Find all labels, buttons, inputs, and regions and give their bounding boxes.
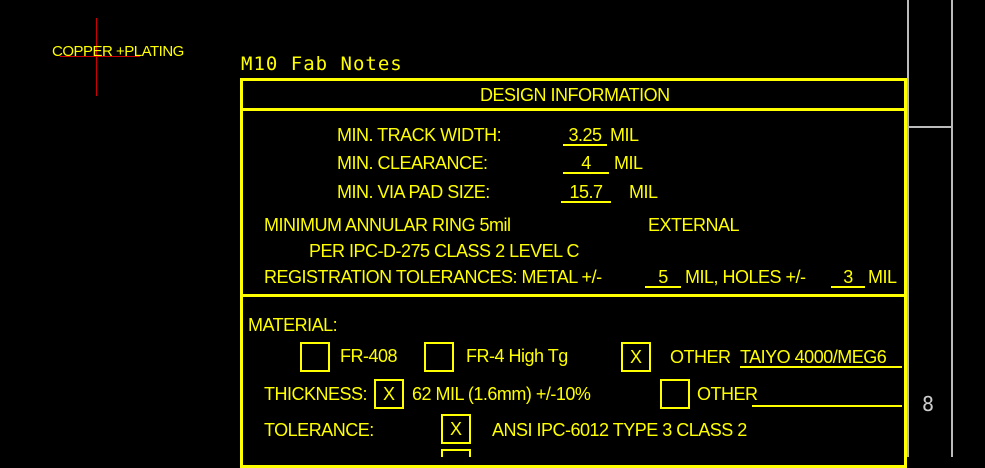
registration-unit: MIL — [868, 267, 897, 287]
grid-line-vertical-2 — [951, 0, 953, 457]
material-checkbox-fr408[interactable] — [300, 342, 330, 372]
annular-ring-note: MINIMUM ANNULAR RING 5mil — [264, 215, 511, 235]
tolerance-checkbox[interactable]: X — [441, 414, 471, 444]
min-track-unit: MIL — [610, 125, 639, 145]
min-via-unit: MIL — [629, 182, 658, 202]
layer-label: COPPER +PLATING — [52, 43, 184, 60]
thickness-other-label: OTHER — [697, 384, 758, 404]
thickness-other-blank — [752, 405, 902, 407]
grid-line-vertical-1 — [907, 0, 909, 457]
min-clearance-value: 4 — [563, 154, 609, 174]
material-checkbox-fr4-high-tg[interactable] — [424, 342, 454, 372]
design-info-header: DESIGN INFORMATION — [480, 85, 670, 105]
material-divider — [240, 294, 907, 297]
min-clearance-unit: MIL — [614, 153, 643, 173]
material-label-other: OTHER — [670, 347, 731, 367]
side-marker: 8 — [922, 392, 936, 416]
min-track-label: MIN. TRACK WIDTH: — [337, 125, 502, 145]
tolerance-value: ANSI IPC-6012 TYPE 3 CLASS 2 — [492, 420, 747, 440]
grid-line-horizontal — [909, 126, 951, 128]
registration-metal-value: 5 — [645, 268, 681, 288]
tolerance-label: TOLERANCE: — [264, 420, 374, 440]
thickness-checkbox-standard[interactable]: X — [374, 379, 404, 409]
registration-holes-label: MIL, HOLES +/- — [685, 267, 806, 287]
registration-holes-value: 3 — [831, 268, 865, 288]
material-label-fr408: FR-408 — [340, 346, 398, 366]
external-note: EXTERNAL — [648, 215, 740, 235]
min-via-label: MIN. VIA PAD SIZE: — [337, 182, 490, 202]
header-divider — [240, 108, 907, 111]
material-label: MATERIAL: — [248, 315, 338, 335]
next-row-checkbox-partial — [441, 449, 471, 457]
thickness-checkbox-other[interactable] — [660, 379, 690, 409]
thickness-label: THICKNESS: — [264, 384, 368, 404]
registration-label: REGISTRATION TOLERANCES: METAL +/- — [264, 267, 602, 287]
sheet-title: M10 Fab Notes — [241, 53, 403, 75]
min-track-value: 3.25 — [563, 126, 607, 146]
min-via-value: 15.7 — [561, 183, 611, 203]
thickness-value: 62 MIL (1.6mm) +/-10% — [412, 384, 591, 404]
material-other-value: TAIYO 4000/MEG6 — [740, 348, 902, 368]
material-checkbox-other[interactable]: X — [621, 342, 651, 372]
min-clearance-label: MIN. CLEARANCE: — [337, 153, 488, 173]
material-label-fr4-high-tg: FR-4 High Tg — [466, 346, 568, 366]
ipc-reference: PER IPC-D-275 CLASS 2 LEVEL C — [309, 241, 579, 261]
